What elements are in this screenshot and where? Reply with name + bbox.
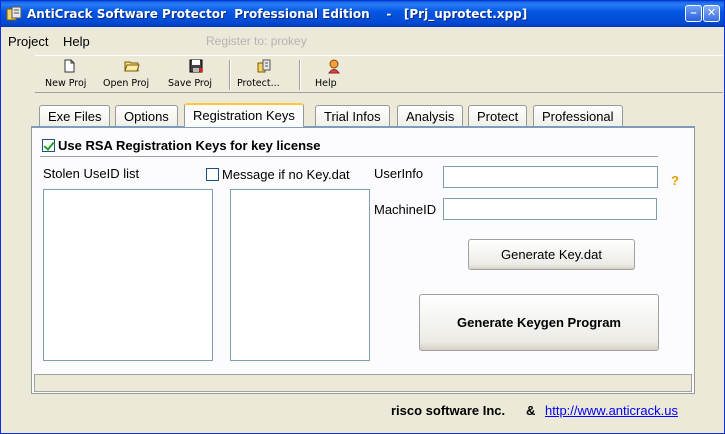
new-project-label: New Proj [45, 78, 87, 89]
save-project-label: Save Proj [168, 78, 213, 89]
company-name: risco software Inc. [391, 403, 506, 418]
tab-trial-infos[interactable]: Trial Infos [315, 105, 390, 126]
toolbar: New Proj Open Proj Save Proj Protect... … [35, 55, 723, 93]
generate-keygen-button[interactable]: Generate Keygen Program [419, 294, 659, 351]
message-checkbox-label: Message if no Key.dat [222, 167, 350, 182]
open-project-button[interactable]: Open Proj [103, 58, 161, 89]
website-link[interactable]: http://www.anticrack.us [545, 403, 678, 418]
tab-registration-keys[interactable]: Registration Keys [184, 103, 304, 127]
toolbar-separator [229, 60, 231, 90]
protect-button[interactable]: Protect... [237, 58, 291, 89]
new-project-button[interactable]: New Proj [45, 58, 93, 89]
menu-bar: Project Help Register to: prokey [1, 31, 724, 51]
title-bar[interactable]: AntiCrack Software Protector Professiona… [1, 1, 724, 27]
footer-ampersand: & [526, 403, 536, 418]
tab-exe-files[interactable]: Exe Files [39, 105, 111, 126]
toolbar-separator [299, 60, 301, 90]
open-folder-icon [124, 61, 140, 72]
menu-project[interactable]: Project [8, 34, 48, 49]
stolen-userid-label: Stolen UseID list [43, 166, 140, 181]
rsa-checkbox[interactable] [42, 139, 55, 152]
group-divider [40, 156, 658, 158]
userinfo-input[interactable] [443, 166, 658, 188]
save-disk-icon [189, 59, 203, 73]
help-button[interactable]: Help [315, 58, 353, 89]
minimize-button[interactable]: – [685, 5, 702, 22]
tab-analysis[interactable]: Analysis [397, 105, 464, 126]
register-text: Register to: prokey [206, 34, 307, 48]
close-button[interactable]: ✕ [703, 5, 720, 22]
menu-help[interactable]: Help [63, 34, 90, 49]
protect-icon [257, 59, 271, 73]
protect-label: Protect... [237, 78, 280, 89]
machineid-label: MachineID [374, 202, 437, 217]
main-window: AntiCrack Software Protector Professiona… [0, 0, 725, 434]
window-title: AntiCrack Software Protector Professiona… [27, 7, 528, 21]
userinfo-label: UserInfo [374, 166, 424, 181]
machineid-input[interactable] [443, 198, 657, 220]
rsa-checkbox-label: Use RSA Registration Keys for key licens… [58, 138, 321, 153]
app-shield-icon [6, 6, 22, 21]
help-label: Help [315, 78, 337, 89]
save-project-button[interactable]: Save Proj [168, 58, 224, 89]
tab-options[interactable]: Options [115, 105, 178, 126]
help-icon [328, 59, 340, 74]
message-list[interactable] [230, 189, 370, 361]
tab-protect[interactable]: Protect [468, 105, 528, 126]
tab-professional[interactable]: Professional [533, 105, 623, 126]
open-project-label: Open Proj [103, 78, 150, 89]
new-project-icon [64, 59, 75, 73]
registration-keys-panel: Use RSA Registration Keys for key licens… [31, 126, 695, 394]
question-icon[interactable]: ? [667, 173, 683, 189]
generate-key-button[interactable]: Generate Key.dat [468, 239, 635, 270]
status-bar [34, 374, 692, 392]
stolen-userid-list[interactable] [43, 189, 213, 361]
message-checkbox[interactable] [206, 168, 219, 181]
